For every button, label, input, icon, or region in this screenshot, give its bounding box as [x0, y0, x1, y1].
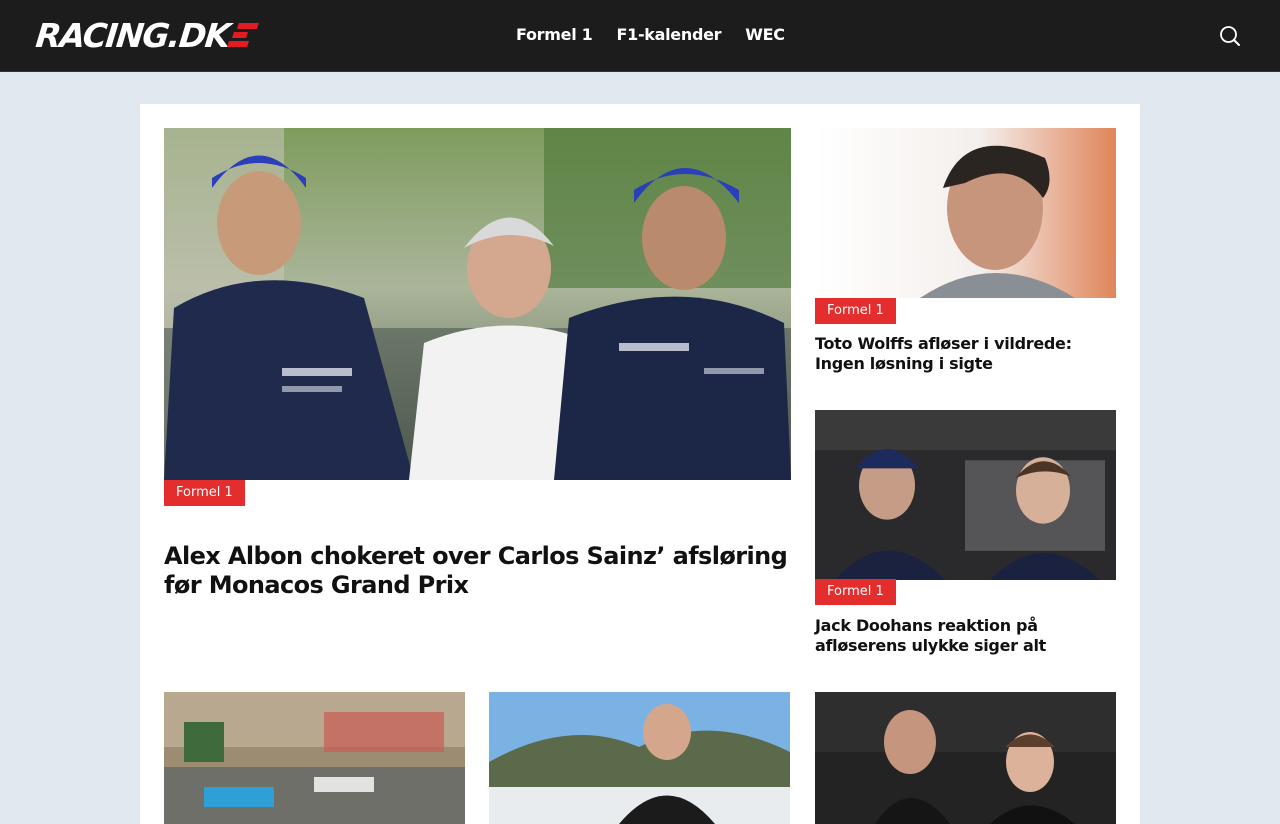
- article-thumbnail-image: [489, 692, 790, 824]
- hero-category-badge[interactable]: Formel 1: [164, 480, 245, 506]
- article-thumbnail[interactable]: [489, 692, 790, 824]
- side-article-title[interactable]: Jack Doohans reaktion på afløserens ulyk…: [815, 616, 1116, 656]
- side-article[interactable]: Formel 1 Jack Doohans reaktion på afløse…: [815, 410, 1116, 655]
- article-thumbnail[interactable]: [164, 692, 465, 824]
- hero-article[interactable]: Formel 1 Alex Albon chokeret over Carlos…: [164, 128, 791, 599]
- article-thumbnail[interactable]: [815, 692, 1116, 824]
- hero-article-title[interactable]: Alex Albon chokeret over Carlos Sainz’ a…: [164, 542, 791, 600]
- logo-flag-mark: [227, 21, 262, 49]
- side-category-badge[interactable]: Formel 1: [815, 298, 896, 324]
- side-category-badge[interactable]: Formel 1: [815, 579, 896, 605]
- nav-item-f1-kalender[interactable]: F1-kalender: [616, 22, 721, 48]
- nav-item-wec[interactable]: WEC: [745, 22, 785, 48]
- search-icon: [1220, 26, 1240, 46]
- side-article-image[interactable]: [815, 410, 1116, 580]
- article-grid-card: Formel 1 Alex Albon chokeret over Carlos…: [140, 104, 1140, 824]
- side-article-image[interactable]: [815, 128, 1116, 298]
- main-nav: Formel 1 F1-kalender WEC: [516, 22, 785, 48]
- article-thumbnail-image: [815, 692, 1116, 824]
- site-header: RACING.DK Formel 1 F1-kalender WEC: [0, 0, 1280, 72]
- hero-article-image[interactable]: [164, 128, 791, 480]
- site-logo[interactable]: RACING.DK: [33, 15, 260, 55]
- side-article-title[interactable]: Toto Wolffs afløser i vildrede: Ingen lø…: [815, 334, 1116, 374]
- side-article[interactable]: Formel 1 Toto Wolffs afløser i vildrede:…: [815, 128, 1116, 373]
- logo-text: RACING.DK: [33, 15, 232, 55]
- nav-item-formel-1[interactable]: Formel 1: [516, 22, 593, 48]
- search-button[interactable]: [1217, 23, 1243, 49]
- article-thumbnail-image: [164, 692, 465, 824]
